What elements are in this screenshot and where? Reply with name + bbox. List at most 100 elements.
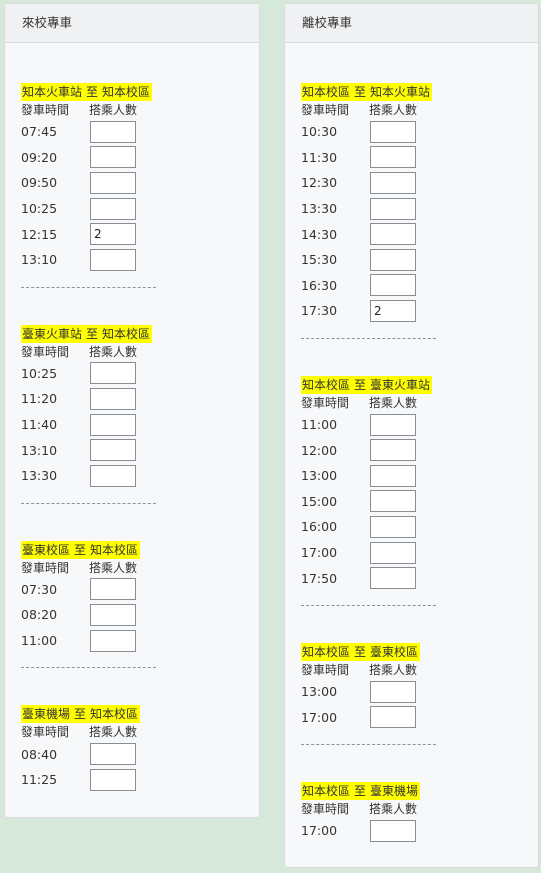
departure-time: 16:30 bbox=[301, 277, 338, 293]
departure-time: 15:30 bbox=[301, 252, 338, 268]
passenger-count-input[interactable] bbox=[370, 706, 416, 729]
route-to-word: 至 bbox=[354, 644, 367, 659]
trip-row: 13:30 bbox=[301, 196, 538, 222]
passenger-count-input[interactable] bbox=[370, 274, 416, 297]
passenger-count-input[interactable] bbox=[370, 299, 416, 322]
route-to-word: 至 bbox=[86, 326, 99, 341]
passenger-count-input[interactable] bbox=[370, 248, 416, 271]
passenger-count-input[interactable] bbox=[370, 464, 416, 487]
passenger-count-input[interactable] bbox=[90, 768, 136, 791]
passenger-count-input[interactable] bbox=[370, 439, 416, 462]
route-destination: 知本校區 bbox=[90, 707, 139, 722]
column-header: 發車時間 搭乘人數 bbox=[301, 661, 538, 679]
passenger-count-input[interactable] bbox=[370, 819, 416, 842]
trip-row: 12:30 bbox=[301, 170, 538, 196]
route-title: 臺東火車站至知本校區 bbox=[21, 324, 153, 343]
route-title: 臺東校區至知本校區 bbox=[21, 540, 141, 559]
column-header: 發車時間 搭乘人數 bbox=[21, 559, 259, 577]
passenger-count-input[interactable] bbox=[90, 248, 136, 271]
passenger-count-input[interactable] bbox=[90, 439, 136, 462]
departure-time-header: 發車時間 bbox=[21, 725, 70, 740]
passenger-count-input[interactable] bbox=[370, 413, 416, 436]
passenger-count-input[interactable] bbox=[370, 490, 416, 513]
trip-row: 10:30 bbox=[301, 119, 538, 145]
passenger-count-header: 搭乘人數 bbox=[89, 560, 138, 575]
passenger-count-header: 搭乘人數 bbox=[369, 662, 418, 677]
route-section: 臺東機場至知本校區 發車時間 搭乘人數 08:40 11:25 bbox=[21, 703, 259, 792]
column-header: 發車時間 搭乘人數 bbox=[301, 101, 538, 119]
departure-time-header: 發車時間 bbox=[301, 395, 350, 410]
passenger-count-input[interactable] bbox=[370, 146, 416, 169]
route-to-word: 至 bbox=[74, 542, 87, 557]
departure-time: 11:00 bbox=[301, 417, 338, 433]
route-title: 知本校區至臺東火車站 bbox=[301, 375, 433, 394]
route-to-word: 至 bbox=[354, 784, 367, 799]
passenger-count-input[interactable] bbox=[370, 223, 416, 246]
trip-row: 07:45 bbox=[21, 119, 259, 145]
trip-row: 11:00 bbox=[301, 412, 538, 438]
route-divider bbox=[301, 744, 436, 746]
passenger-count-input[interactable] bbox=[370, 120, 416, 143]
passenger-count-input[interactable] bbox=[90, 413, 136, 436]
passenger-count-input[interactable] bbox=[90, 629, 136, 652]
passenger-count-input[interactable] bbox=[90, 578, 136, 601]
trip-row: 17:00 bbox=[301, 705, 538, 731]
route-to-word: 至 bbox=[354, 85, 367, 99]
passenger-count-input[interactable] bbox=[370, 197, 416, 220]
trip-row: 17:00 bbox=[301, 818, 538, 844]
passenger-count-input[interactable] bbox=[370, 171, 416, 194]
passenger-count-header: 搭乘人數 bbox=[89, 103, 138, 117]
departure-time: 08:20 bbox=[21, 607, 58, 623]
inbound-shuttle-panel: 來校專車 知本火車站至知本校區 發車時間 搭乘人數 07:45 09:20 09:50 10… bbox=[4, 3, 260, 818]
departure-time-header: 發車時間 bbox=[21, 344, 70, 359]
trip-row: 17:30 bbox=[301, 298, 538, 324]
inbound-routes: 知本火車站至知本校區 發車時間 搭乘人數 07:45 09:20 09:50 10:25 12… bbox=[5, 43, 259, 793]
trip-row: 13:10 bbox=[21, 247, 259, 273]
departure-time: 17:00 bbox=[301, 823, 338, 839]
passenger-count-input[interactable] bbox=[90, 387, 136, 410]
route-origin: 臺東火車站 bbox=[22, 326, 83, 341]
trip-row: 12:00 bbox=[301, 437, 538, 463]
inbound-panel-title: 來校專車 bbox=[5, 4, 259, 43]
departure-time-header: 發車時間 bbox=[301, 802, 350, 817]
passenger-count-input[interactable] bbox=[90, 146, 136, 169]
passenger-count-input[interactable] bbox=[90, 464, 136, 487]
trip-row: 11:00 bbox=[21, 628, 259, 654]
column-header: 發車時間 搭乘人數 bbox=[21, 723, 259, 741]
passenger-count-input[interactable] bbox=[90, 603, 136, 626]
passenger-count-header: 搭乘人數 bbox=[369, 103, 418, 117]
departure-time: 13:30 bbox=[21, 468, 58, 484]
route-origin: 知本校區 bbox=[302, 644, 351, 659]
trip-row: 08:40 bbox=[21, 741, 259, 767]
route-title: 知本火車站至知本校區 bbox=[21, 83, 153, 101]
passenger-count-header: 搭乘人數 bbox=[369, 395, 418, 410]
passenger-count-input[interactable] bbox=[90, 743, 136, 766]
route-destination: 臺東機場 bbox=[370, 784, 419, 799]
route-divider bbox=[21, 286, 156, 288]
passenger-count-input[interactable] bbox=[370, 515, 416, 538]
passenger-count-input[interactable] bbox=[370, 541, 416, 564]
departure-time: 17:50 bbox=[301, 570, 338, 586]
passenger-count-header: 搭乘人數 bbox=[89, 344, 138, 359]
departure-time: 08:40 bbox=[21, 746, 58, 762]
route-origin: 知本校區 bbox=[302, 377, 351, 392]
passenger-count-input[interactable] bbox=[90, 197, 136, 220]
passenger-count-input[interactable] bbox=[370, 680, 416, 703]
passenger-count-input[interactable] bbox=[90, 362, 136, 385]
departure-time: 11:30 bbox=[301, 149, 338, 165]
departure-time: 09:50 bbox=[21, 175, 58, 191]
departure-time: 17:30 bbox=[301, 303, 338, 319]
trip-row: 14:30 bbox=[301, 221, 538, 247]
departure-time: 07:30 bbox=[21, 581, 58, 597]
route-to-word: 至 bbox=[86, 85, 99, 99]
passenger-count-header: 搭乘人數 bbox=[89, 725, 138, 740]
passenger-count-input[interactable] bbox=[90, 223, 136, 246]
route-origin: 知本火車站 bbox=[22, 85, 83, 99]
passenger-count-input[interactable] bbox=[90, 171, 136, 194]
route-section: 知本校區至知本火車站 發車時間 搭乘人數 10:30 11:30 12:30 13:30 14… bbox=[301, 81, 538, 339]
route-divider bbox=[21, 667, 156, 669]
passenger-count-input[interactable] bbox=[370, 567, 416, 590]
departure-time: 13:00 bbox=[301, 684, 338, 700]
passenger-count-input[interactable] bbox=[90, 120, 136, 143]
trip-row: 16:00 bbox=[301, 514, 538, 540]
